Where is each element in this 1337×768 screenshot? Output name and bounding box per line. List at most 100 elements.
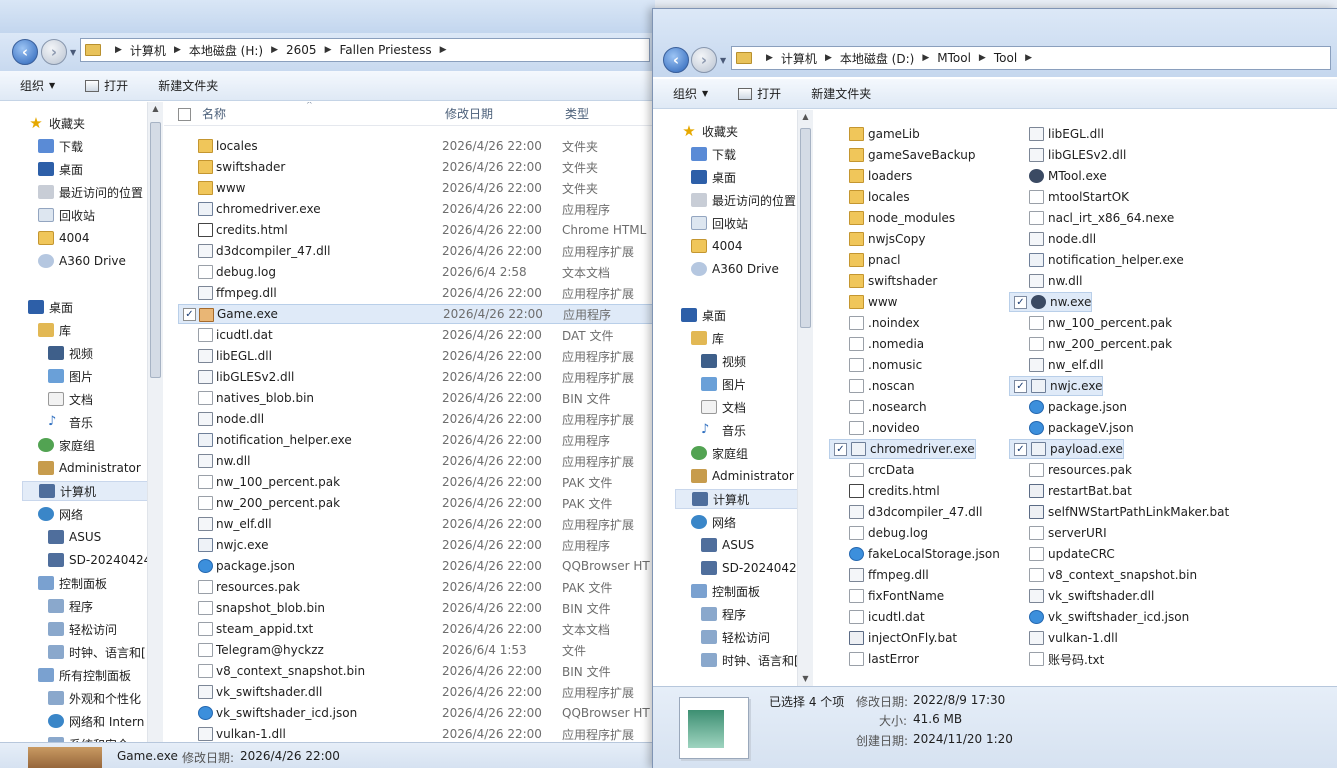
- nav-item[interactable]: 最近访问的位置: [691, 190, 796, 210]
- select-all-checkbox[interactable]: [178, 108, 191, 121]
- new-folder-button[interactable]: 新建文件夹: [801, 85, 881, 102]
- nav-item[interactable]: 程序: [701, 604, 746, 624]
- scroll-down-icon[interactable]: ▼: [798, 672, 813, 686]
- file-row[interactable]: nw.dll 2026/4/26 22:00 应用程序扩展: [178, 451, 655, 471]
- file-row[interactable]: v8_context_snapshot.bin 2026/4/26 22:00 BI…: [178, 661, 655, 681]
- file-item[interactable]: nacl_irt_x86_64.nexe: [1029, 208, 1174, 228]
- file-row[interactable]: Telegram@hyckzz 2026/6/4 1:53 文件: [178, 640, 655, 660]
- file-row[interactable]: libEGL.dll 2026/4/26 22:00 应用程序扩展: [178, 346, 655, 366]
- file-row[interactable]: node.dll 2026/4/26 22:00 应用程序扩展: [178, 409, 655, 429]
- item-checkbox[interactable]: ✓: [1014, 379, 1027, 393]
- file-row[interactable]: vk_swiftshader_icd.json 2026/4/26 22:00 QQ…: [178, 703, 655, 723]
- file-row[interactable]: vk_swiftshader.dll 2026/4/26 22:00 应用程序扩展: [178, 682, 655, 702]
- forward-button[interactable]: ›: [691, 47, 717, 73]
- file-item[interactable]: .novideo: [849, 418, 920, 438]
- file-row[interactable]: resources.pak 2026/4/26 22:00 PAK 文件: [178, 577, 655, 597]
- nav-item[interactable]: 桌面: [28, 297, 73, 317]
- file-item[interactable]: pnacl: [849, 250, 901, 270]
- nav-item[interactable]: A360 Drive: [38, 251, 126, 271]
- file-item[interactable]: nw_200_percent.pak: [1029, 334, 1172, 354]
- file-item[interactable]: .nomusic: [849, 355, 922, 375]
- breadcrumb-arrow-icon[interactable]: ▶: [271, 45, 278, 55]
- open-button[interactable]: 打开: [75, 77, 138, 94]
- open-button[interactable]: 打开: [728, 85, 791, 102]
- file-item[interactable]: notification_helper.exe: [1029, 250, 1184, 270]
- nav-scrollbar-thumb[interactable]: [800, 128, 811, 328]
- file-item[interactable]: loaders: [849, 166, 912, 186]
- file-item[interactable]: crcData: [849, 460, 915, 480]
- file-item[interactable]: ✓ payload.exe: [1009, 439, 1124, 459]
- back-button[interactable]: ‹: [663, 47, 689, 73]
- nav-item[interactable]: 回收站: [38, 205, 95, 225]
- file-item[interactable]: nw.dll: [1029, 271, 1082, 291]
- file-item[interactable]: .nomedia: [849, 334, 924, 354]
- file-item[interactable]: 账号码.txt: [1029, 649, 1104, 669]
- file-item[interactable]: libGLESv2.dll: [1029, 145, 1126, 165]
- breadcrumb-item[interactable]: 计算机: [130, 42, 166, 59]
- nav-item[interactable]: 计算机: [22, 481, 158, 501]
- nav-item[interactable]: 回收站: [691, 213, 748, 233]
- nav-scrollbar[interactable]: ▲ ▼: [797, 110, 813, 686]
- file-row[interactable]: nw_200_percent.pak 2026/4/26 22:00 PAK 文件: [178, 493, 655, 513]
- file-row[interactable]: libGLESv2.dll 2026/4/26 22:00 应用程序扩展: [178, 367, 655, 387]
- nav-scrollbar[interactable]: ▲: [147, 102, 163, 742]
- nav-item[interactable]: 视频: [701, 351, 746, 371]
- breadcrumb-arrow-icon[interactable]: ▶: [115, 45, 122, 55]
- breadcrumb-arrow-icon[interactable]: ▶: [174, 45, 181, 55]
- nav-item[interactable]: 控制面板: [38, 573, 107, 593]
- file-item[interactable]: .noindex: [849, 313, 920, 333]
- file-item[interactable]: icudtl.dat: [849, 607, 925, 627]
- file-row[interactable]: steam_appid.txt 2026/4/26 22:00 文本文档: [178, 619, 655, 639]
- file-row[interactable]: ✓ Game.exe 2026/4/26 22:00 应用程序: [178, 304, 655, 324]
- column-date[interactable]: 修改日期: [445, 105, 493, 122]
- nav-item[interactable]: 网络: [38, 504, 83, 524]
- file-item[interactable]: updateCRC: [1029, 544, 1115, 564]
- nav-item[interactable]: 轻松访问: [701, 627, 770, 647]
- file-row[interactable]: nw_elf.dll 2026/4/26 22:00 应用程序扩展: [178, 514, 655, 534]
- file-item[interactable]: vk_swiftshader.dll: [1029, 586, 1154, 606]
- nav-item[interactable]: 所有控制面板: [38, 665, 131, 685]
- breadcrumb-item[interactable]: 2605: [286, 43, 317, 57]
- file-item[interactable]: node.dll: [1029, 229, 1096, 249]
- nav-item[interactable]: 家庭组: [38, 435, 95, 455]
- nav-item[interactable]: 图片: [701, 374, 746, 394]
- nav-item[interactable]: 外观和个性化: [48, 688, 141, 708]
- nav-item[interactable]: ♪ 音乐: [701, 420, 746, 440]
- nav-item[interactable]: Administrator: [38, 458, 141, 478]
- nav-item[interactable]: Administrator: [691, 466, 794, 486]
- file-item[interactable]: swiftshader: [849, 271, 937, 291]
- file-item[interactable]: credits.html: [849, 481, 940, 501]
- address-bar[interactable]: ▶ 计算机 ▶ 本地磁盘 (H:) ▶ 2605 ▶ Fallen Priestess ▶: [80, 38, 650, 62]
- file-item[interactable]: gameLib: [849, 124, 920, 144]
- nav-scrollbar-thumb[interactable]: [150, 122, 161, 378]
- file-row[interactable]: swiftshader 2026/4/26 22:00 文件夹: [178, 157, 655, 177]
- file-item[interactable]: debug.log: [849, 523, 928, 543]
- file-row[interactable]: icudtl.dat 2026/4/26 22:00 DAT 文件: [178, 325, 655, 345]
- file-item[interactable]: gameSaveBackup: [849, 145, 975, 165]
- forward-button[interactable]: ›: [41, 39, 67, 65]
- recent-pages-dropdown[interactable]: ▼: [70, 48, 76, 57]
- file-item[interactable]: ✓ nw.exe: [1009, 292, 1093, 312]
- item-checkbox[interactable]: ✓: [1014, 295, 1027, 309]
- file-item[interactable]: ✓ chromedriver.exe: [829, 439, 976, 459]
- nav-item[interactable]: 轻松访问: [48, 619, 117, 639]
- file-item[interactable]: packageV.json: [1029, 418, 1134, 438]
- nav-item[interactable]: 计算机: [675, 489, 811, 509]
- nav-item[interactable]: 图片: [48, 366, 93, 386]
- file-item[interactable]: www: [849, 292, 897, 312]
- nav-item[interactable]: 文档: [701, 397, 746, 417]
- back-button[interactable]: ‹: [12, 39, 38, 65]
- file-item[interactable]: .noscan: [849, 376, 915, 396]
- breadcrumb-item[interactable]: 本地磁盘 (D:): [840, 50, 914, 67]
- file-item[interactable]: d3dcompiler_47.dll: [849, 502, 982, 522]
- nav-item[interactable]: 文档: [48, 389, 93, 409]
- nav-item[interactable]: 桌面: [681, 305, 726, 325]
- breadcrumb-arrow-icon[interactable]: ▶: [922, 53, 929, 63]
- file-item[interactable]: MTool.exe: [1029, 166, 1107, 186]
- item-checkbox[interactable]: ✓: [834, 442, 847, 456]
- file-item[interactable]: vk_swiftshader_icd.json: [1029, 607, 1189, 627]
- nav-item[interactable]: 系统和安全: [48, 734, 129, 742]
- file-row[interactable]: credits.html 2026/4/26 22:00 Chrome HTML: [178, 220, 655, 240]
- file-item[interactable]: nw_100_percent.pak: [1029, 313, 1172, 333]
- new-folder-button[interactable]: 新建文件夹: [148, 77, 228, 94]
